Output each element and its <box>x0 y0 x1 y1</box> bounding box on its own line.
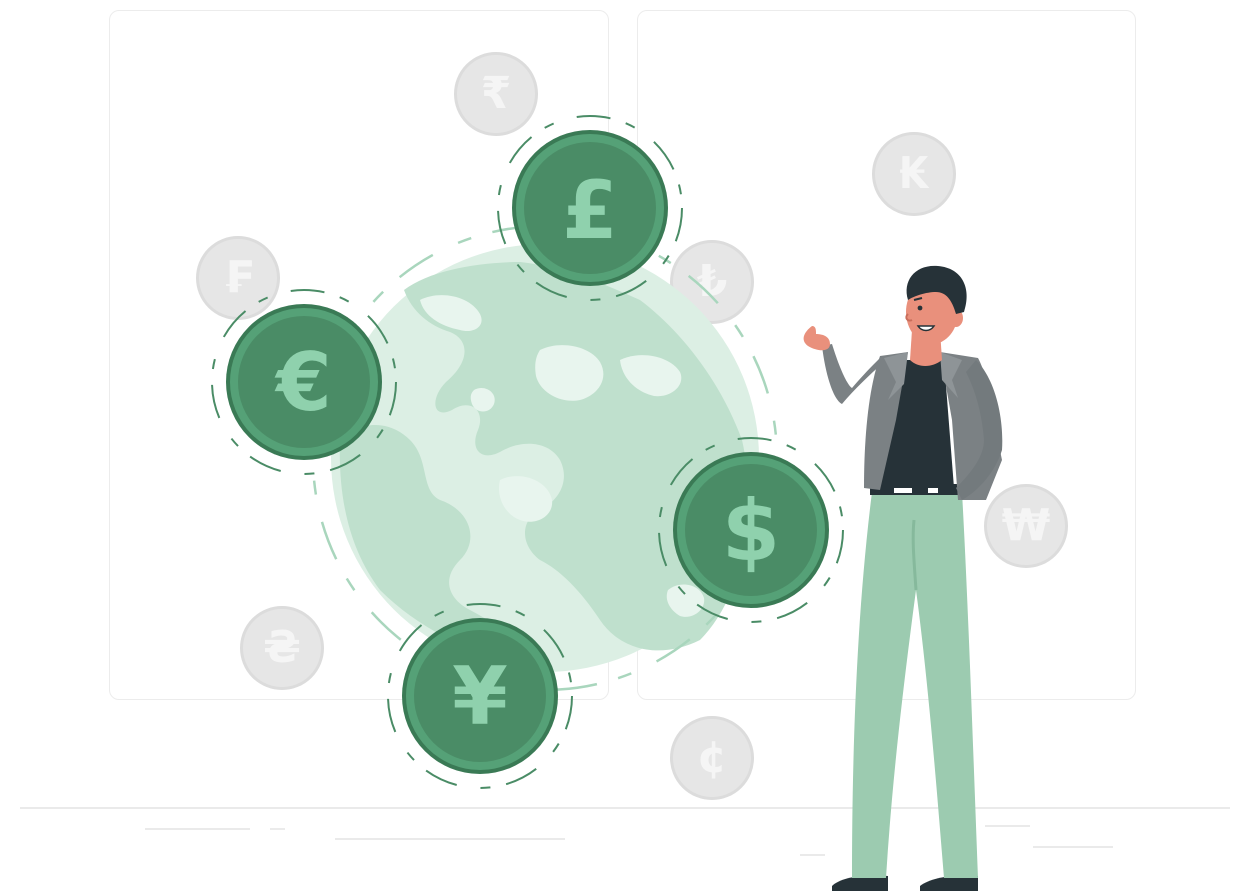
hand <box>803 326 830 351</box>
pound-symbol: £ <box>562 164 618 257</box>
dollar-symbol: $ <box>722 482 780 580</box>
euro-symbol: € <box>274 336 332 429</box>
man-character <box>803 265 1003 891</box>
illustration: £ € $ ¥ <box>20 115 1230 891</box>
globe-icon <box>311 224 779 692</box>
yen-symbol: ¥ <box>452 650 508 743</box>
yen-coin-icon: ¥ <box>387 603 573 789</box>
